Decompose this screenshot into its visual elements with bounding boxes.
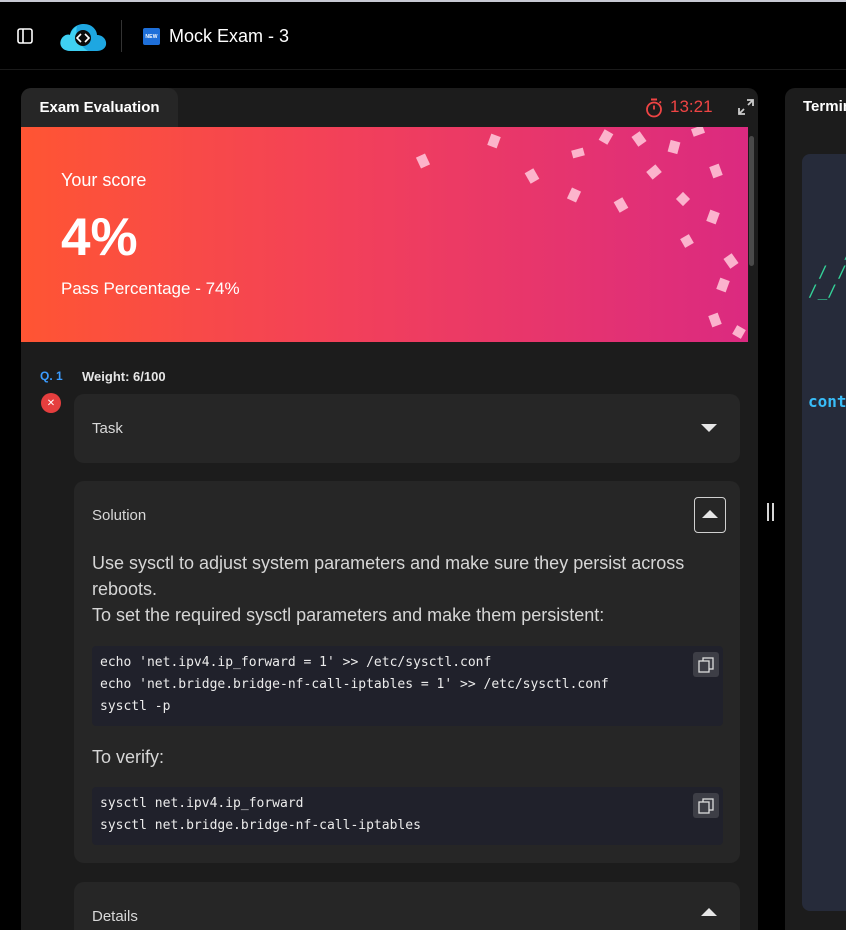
chevron-up-icon[interactable] <box>701 908 717 916</box>
sidebar-toggle-icon[interactable] <box>17 28 33 44</box>
score-value: 4% <box>61 208 138 267</box>
terminal-prompt: controlplane <box>808 392 846 411</box>
code-line: echo 'net.bridge.bridge-nf-call-iptables… <box>100 677 609 692</box>
code-line: sysctl net.ipv4.ip_forward <box>100 796 304 811</box>
tab-exam-evaluation[interactable]: Exam Evaluation <box>21 88 178 127</box>
question-number: Q. 1 <box>40 369 63 383</box>
solution-line: Use sysctl to adjust system parameters a… <box>92 553 685 573</box>
ascii-art-line: / <box>834 243 846 262</box>
copy-icon[interactable] <box>693 652 719 677</box>
terminal-screen[interactable]: _ / / / / /_/ controlplane <box>802 154 846 911</box>
new-badge-icon: NEW <box>143 28 160 45</box>
collapse-solution-button[interactable] <box>694 497 726 533</box>
code-cloud-logo[interactable] <box>58 21 108 55</box>
code-block-verify: sysctl net.ipv4.ip_forward sysctl net.br… <box>92 787 723 845</box>
details-title: Details <box>92 908 138 925</box>
task-accordion[interactable]: Task <box>74 394 740 463</box>
verify-label: To verify: <box>92 747 165 767</box>
code-line: sysctl -p <box>100 699 171 714</box>
wrong-x-icon: ✕ <box>41 393 61 413</box>
task-title: Task <box>92 420 123 437</box>
code-block-set: echo 'net.ipv4.ip_forward = 1' >> /etc/s… <box>92 646 723 726</box>
expand-icon[interactable] <box>738 99 754 115</box>
solution-text: Use sysctl to adjust system parameters a… <box>92 550 717 628</box>
countdown-timer: 13:21 <box>670 97 713 116</box>
code-line: echo 'net.ipv4.ip_forward = 1' >> /etc/s… <box>100 655 492 670</box>
code-line: sysctl net.bridge.bridge-nf-call-iptable… <box>100 818 421 833</box>
score-label: Your score <box>61 170 147 190</box>
solution-line: To set the required sysctl parameters an… <box>92 605 605 625</box>
solution-title: Solution <box>92 507 147 524</box>
terminal-panel: Terminal _ / / / / /_/ controlplane <box>785 88 846 930</box>
score-banner: Your score 4% Pass Percentage - 74% <box>21 127 748 342</box>
chevron-down-icon[interactable] <box>701 424 717 432</box>
panel-resize-handle[interactable] <box>767 503 775 521</box>
panel-scrollbar[interactable] <box>749 136 754 266</box>
chevron-up-icon <box>702 510 718 518</box>
solution-line: reboots. <box>92 579 158 599</box>
ascii-art-line: / / <box>818 262 846 281</box>
tab-terminal[interactable]: Terminal <box>803 98 846 115</box>
top-bar: NEW Mock Exam - 3 <box>0 2 846 70</box>
ascii-art-line: / <box>842 224 846 243</box>
details-accordion[interactable]: Details <box>74 882 740 930</box>
exam-title: Mock Exam - 3 <box>169 26 290 46</box>
pass-percentage: Pass Percentage - 74% <box>61 279 240 298</box>
solution-accordion: Solution Use sysctl to adjust system par… <box>74 481 740 863</box>
exam-evaluation-panel: Exam Evaluation 13:21 Your score 4% Pass… <box>21 88 758 930</box>
ascii-art-line: /_/ <box>808 281 837 300</box>
copy-icon[interactable] <box>693 793 719 818</box>
header-divider <box>121 20 122 52</box>
stopwatch-icon <box>646 98 662 118</box>
question-weight: Weight: 6/100 <box>82 369 166 384</box>
